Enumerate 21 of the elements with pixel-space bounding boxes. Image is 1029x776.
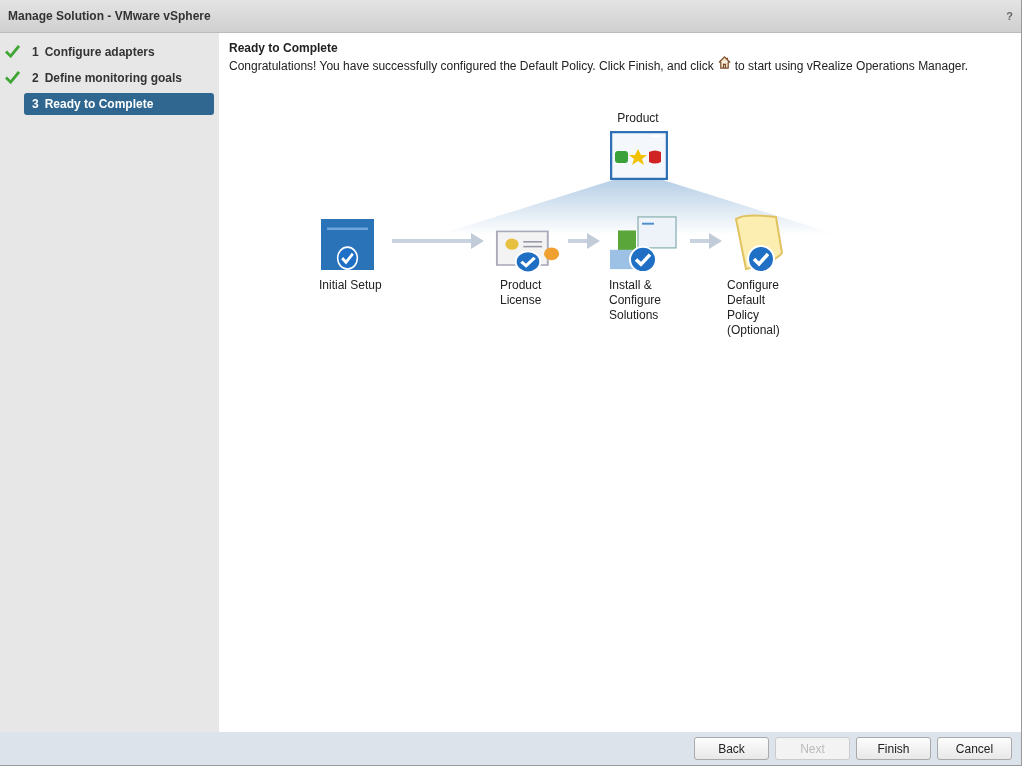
wizard-step[interactable]: 2 Define monitoring goals (24, 67, 214, 89)
step-label: Product License (500, 278, 543, 308)
wizard-step[interactable]: 3 Ready to Complete (24, 93, 214, 115)
step-label: Configure Default Policy (Optional) (727, 278, 781, 338)
window-title: Manage Solution - VMware vSphere (8, 9, 211, 23)
message-text: Congratulations! You have successfully configured the Default Policy. Click Finish, and click (229, 59, 714, 73)
arrow-icon (568, 233, 600, 249)
product-window-icon (610, 131, 668, 180)
wizard-button[interactable]: Finish (856, 737, 931, 760)
page-heading: Ready to Complete (229, 41, 339, 55)
product-label: Product (616, 111, 660, 125)
step-label: Install & Configure Solutions (609, 278, 663, 323)
help-button[interactable]: ? (1006, 10, 1013, 22)
wizard-button[interactable]: Back (694, 737, 769, 760)
arrow-icon (690, 233, 722, 249)
home-icon (717, 55, 731, 69)
step-label: Initial Setup (319, 278, 383, 293)
arrow-icon (392, 233, 484, 249)
wizard-step[interactable]: 1 Configure adapters (24, 41, 214, 63)
message-text: to start using vRealize Operations Manager. (734, 59, 969, 73)
wizard-button[interactable]: Cancel (937, 737, 1012, 760)
